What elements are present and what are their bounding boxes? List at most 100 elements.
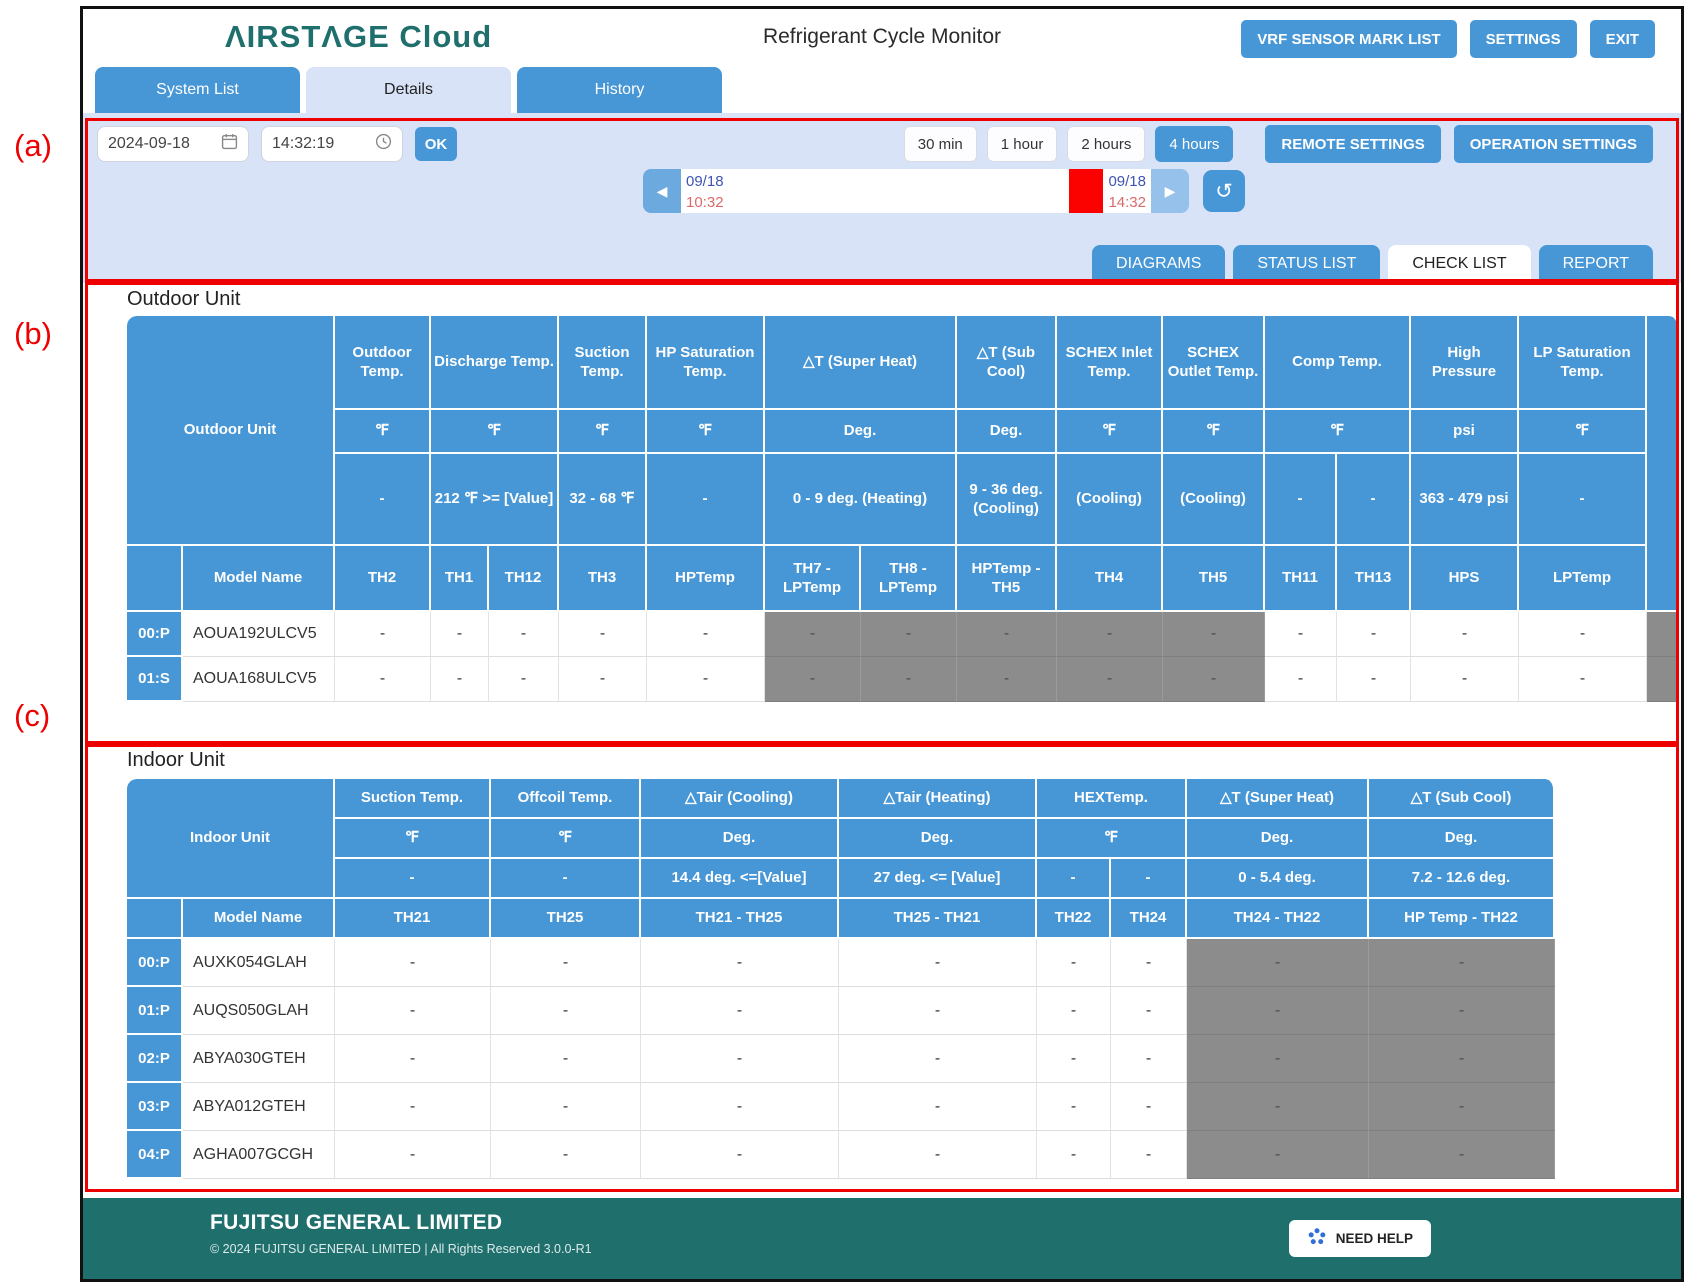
annotation-label-c: (c) [14,698,51,733]
remote-settings-button[interactable]: REMOTE SETTINGS [1265,125,1441,163]
tab-history[interactable]: History [517,67,722,113]
range-header: (Cooling) [1163,454,1265,546]
value-cell: - [559,657,647,702]
value-cell: - [839,1083,1037,1131]
table-row: 00:P AOUA192ULCV5 - - - - - - - - - - - … [127,612,1679,657]
exit-button[interactable]: EXIT [1589,20,1655,58]
value-cell: - [335,1035,491,1083]
range-header: - [1337,454,1411,546]
value-cell: - [839,1131,1037,1179]
row-id: 01:S [127,657,183,702]
app-header: ΛIRSTΛGE Cloud Refrigerant Cycle Monitor… [83,9,1681,67]
range-2hours-button[interactable]: 2 hours [1067,126,1146,162]
unit-header: ℉ [559,410,647,454]
column-header: Suction Temp. [335,779,491,819]
footer-company: FUJITSU GENERAL LIMITED [210,1211,503,1234]
range-header: - [1111,859,1187,899]
range-4hours-button[interactable]: 4 hours [1155,126,1234,162]
outdoor-table-wrap: Outdoor Unit Outdoor Temp. Discharge Tem… [127,316,1679,702]
sensor-header: HPTemp - TH5 [957,546,1057,612]
value-cell: - [1369,987,1555,1035]
sensor-header: TH21 - TH25 [641,899,839,939]
indoor-section-title: Indoor Unit [127,749,225,771]
refresh-button[interactable]: ↺ [1203,170,1245,212]
tab-system-list[interactable]: System List [95,67,300,113]
value-cell: - [1369,1035,1555,1083]
help-icon [1307,1227,1327,1250]
date-input[interactable]: 2024-09-18 [97,126,249,162]
value-cell: - [335,1083,491,1131]
timeline-prev-button[interactable]: ◀ [643,169,681,213]
row-id: 02:P [127,1035,183,1083]
control-panel: 2024-09-18 14:32:19 OK 30 min 1 hour 2 h… [83,113,1681,283]
timeline-position-marker[interactable] [1069,169,1104,213]
model-name-cell: AGHA007GCGH [183,1131,335,1179]
sensor-header: TH2 [335,546,431,612]
timeline-next-button[interactable]: ▶ [1151,169,1189,213]
tab-report[interactable]: REPORT [1538,245,1653,283]
value-cell: - [1057,612,1163,657]
page-title: Refrigerant Cycle Monitor [762,25,1002,48]
time-range-group: 30 min 1 hour 2 hours 4 hours [903,126,1234,162]
ok-button[interactable]: OK [415,127,457,161]
row-id: 01:P [127,987,183,1035]
range-header: 7.2 - 12.6 deg. [1369,859,1555,899]
range-1hour-button[interactable]: 1 hour [986,126,1058,162]
table-row: 01:P AUQS050GLAH - - - - - - - - [127,987,1555,1035]
tab-diagrams[interactable]: DIAGRAMS [1092,245,1226,283]
tab-details[interactable]: Details [306,67,511,113]
unit-header: ℉ [1037,819,1187,859]
indoor-table-wrap: Indoor Unit Suction Temp. Offcoil Temp. … [127,779,1555,1179]
value-cell: - [1163,657,1265,702]
value-cell: - [1411,612,1519,657]
sensor-header: TH11 [1265,546,1337,612]
column-header: △Tair (Cooling) [641,779,839,819]
footer-copyright: © 2024 FUJITSU GENERAL LIMITED | All Rig… [210,1242,592,1256]
tab-check-list[interactable]: CHECK LIST [1388,245,1531,283]
range-header: 0 - 5.4 deg. [1187,859,1369,899]
column-header: LP Saturation Temp. [1519,316,1647,410]
time-input[interactable]: 14:32:19 [261,126,403,162]
unit-header: ℉ [431,410,559,454]
range-header: 212 ℉ >= [Value] [431,454,559,546]
unit-header: Deg. [765,410,957,454]
tab-status-list[interactable]: STATUS LIST [1233,245,1381,283]
range-header: 0 - 9 deg. (Heating) [765,454,957,546]
column-header: △T (Sub Cool) [1369,779,1555,819]
sensor-header: TH3 [559,546,647,612]
timeline-end-label: 09/18 14:32 [1108,173,1146,211]
value-cell: - [957,612,1057,657]
timeline-track[interactable]: 09/18 10:32 09/18 14:32 [681,169,1151,213]
main-nav-tabs: System List Details History [95,67,722,113]
sensor-header: TH1 [431,546,489,612]
value-cell: - [335,1131,491,1179]
settings-button[interactable]: SETTINGS [1469,20,1577,58]
need-help-button[interactable]: NEED HELP [1288,1220,1431,1257]
operation-settings-button[interactable]: OPERATION SETTINGS [1453,125,1653,163]
sensor-header: TH24 [1111,899,1187,939]
column-header: SCHEX Inlet Temp. [1057,316,1163,410]
value-cell: - [491,939,641,987]
value-cell: - [1337,657,1411,702]
sensor-header: TH21 [335,899,491,939]
range-header: 363 - 479 psi [1411,454,1519,546]
sensor-header: TH7 - LPTemp [765,546,861,612]
calendar-icon [221,133,238,155]
value-cell: - [641,1035,839,1083]
value-cell: - [839,1035,1037,1083]
range-header: - [1519,454,1647,546]
value-cell: - [1187,1035,1369,1083]
unit-header: ℉ [335,410,431,454]
range-30min-button[interactable]: 30 min [903,126,977,162]
column-header: △Tair (Heating) [839,779,1037,819]
value-cell: - [1369,1083,1555,1131]
value-cell: - [1187,1083,1369,1131]
row-id: 03:P [127,1083,183,1131]
table-row: 04:P AGHA007GCGH - - - - - - - - [127,1131,1555,1179]
range-header: - [1265,454,1337,546]
value-cell: - [1265,612,1337,657]
vrf-sensor-mark-list-button[interactable]: VRF SENSOR MARK LIST [1241,20,1457,58]
row-id: 00:P [127,939,183,987]
value-cell: - [641,1083,839,1131]
value-cell: - [489,612,559,657]
